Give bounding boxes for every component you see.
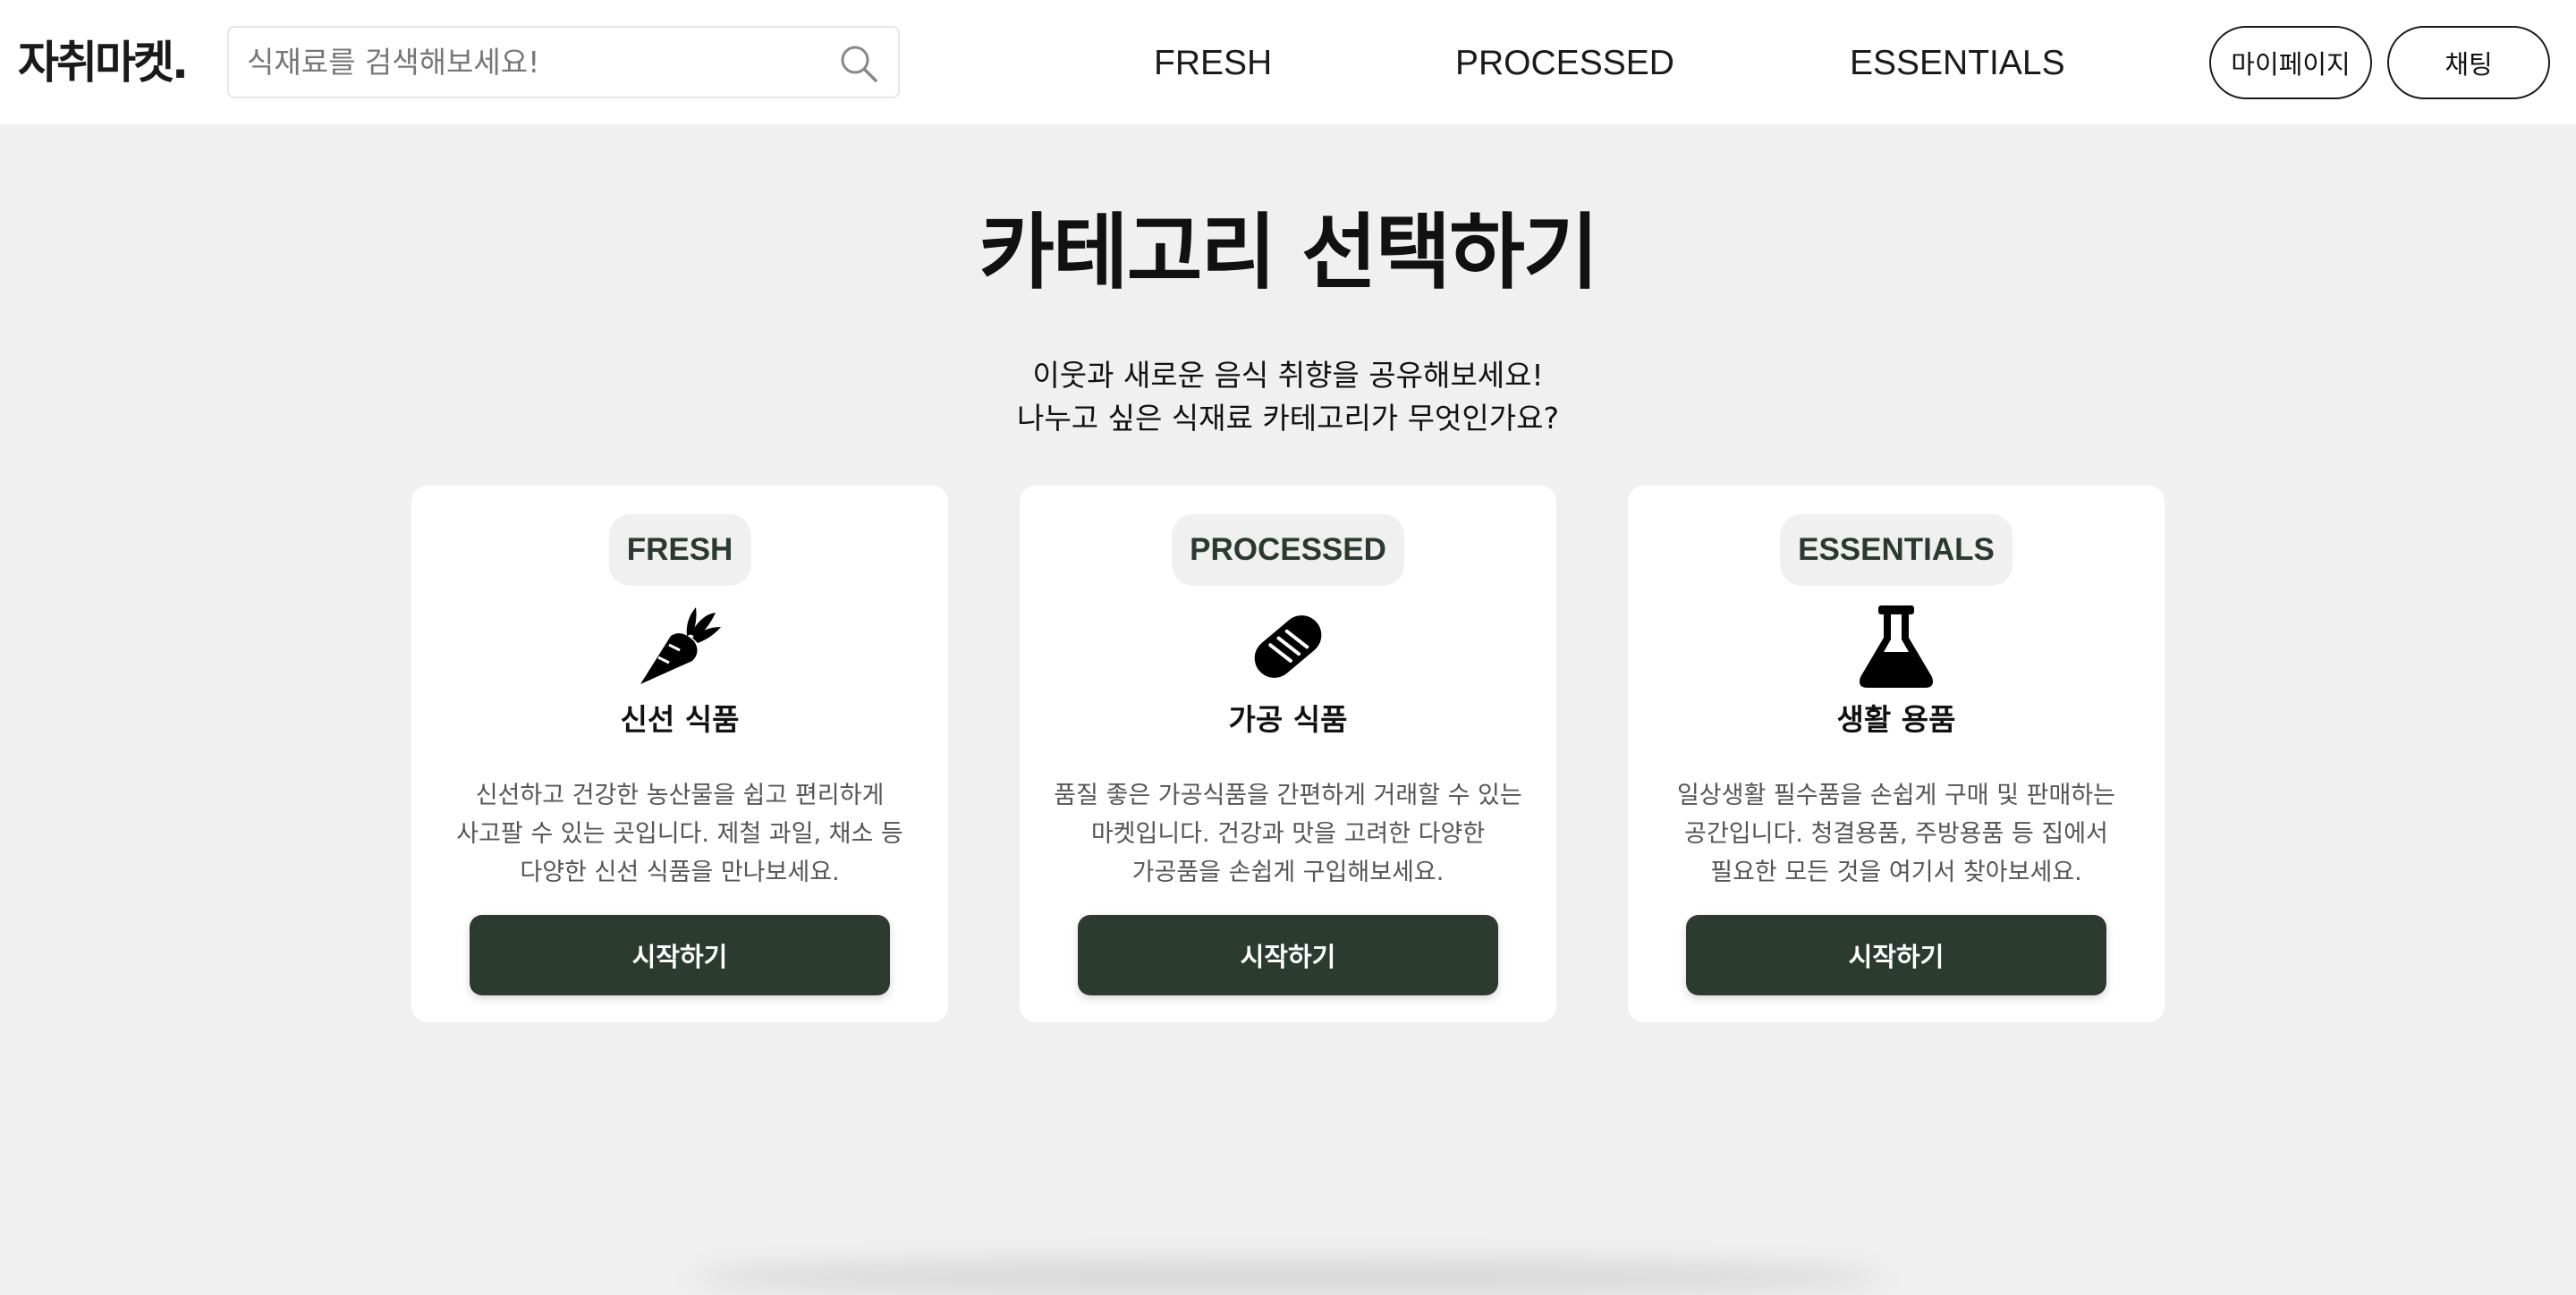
search-box[interactable]: [227, 26, 900, 98]
mypage-button[interactable]: 마이페이지: [2209, 26, 2372, 99]
search-icon[interactable]: [839, 44, 878, 83]
carrot-icon: [640, 607, 721, 684]
category-card-processed: PROCESSED 가공 식품 품질 좋은 가공식품을 간편하게 거래할 수 있…: [1020, 486, 1556, 1022]
category-name: 가공 식품: [1228, 702, 1348, 737]
start-button-fresh[interactable]: 시작하기: [470, 915, 890, 995]
start-button-processed[interactable]: 시작하기: [1078, 915, 1498, 995]
category-name: 생활 용품: [1836, 702, 1956, 737]
subtitle-line-2: 나누고 싶은 식재료 카테고리가 무엇인가요?: [1017, 401, 1559, 436]
category-name: 신선 식품: [620, 702, 740, 737]
page-subtitle: 이웃과 새로운 음식 취향을 공유해보세요! 나누고 싶은 식재료 카테고리가 …: [0, 354, 2576, 440]
nav-essentials[interactable]: ESSENTIALS: [1850, 41, 2065, 86]
category-description: 신선하고 건강한 농산물을 쉽고 편리하게 사고팔 수 있는 곳입니다. 제철 …: [456, 782, 903, 886]
site-logo[interactable]: 자취마켓.: [18, 34, 189, 91]
nav-fresh[interactable]: FRESH: [1154, 41, 1272, 86]
start-button-essentials[interactable]: 시작하기: [1686, 915, 2106, 995]
nav-processed[interactable]: PROCESSED: [1455, 41, 1674, 86]
page-title: 카테고리 선택하기: [979, 205, 1598, 300]
flask-icon: [1860, 605, 1933, 688]
chat-button[interactable]: 채팅: [2387, 26, 2550, 99]
category-card-essentials: ESSENTIALS 생활 용품 일상생활 필수품을 손쉽게 구매 및 판매하는…: [1628, 486, 2165, 1022]
category-description: 일상생활 필수품을 손쉽게 구매 및 판매하는 공간입니다. 청결용품, 주방용…: [1676, 782, 2116, 886]
category-badge: FRESH: [608, 514, 751, 586]
category-badge: PROCESSED: [1172, 514, 1404, 586]
category-description: 품질 좋은 가공식품을 간편하게 거래할 수 있는 마켓입니다. 건강과 맛을 …: [1054, 782, 1522, 886]
top-header: 자취마켓. FRESH PROCESSED ESSENTIALS 마이페이지 채…: [0, 0, 2576, 124]
subtitle-line-1: 이웃과 새로운 음식 취향을 공유해보세요!: [1032, 358, 1544, 393]
category-card-fresh: FRESH 신선 식품 신선하고 건강한 농산물을 쉽고 편리하게 사고팔 수 …: [411, 486, 948, 1022]
bottom-fade-shadow: [689, 1259, 1887, 1295]
category-badge: ESSENTIALS: [1780, 514, 2012, 586]
bread-icon: [1254, 615, 1322, 678]
search-input[interactable]: [247, 28, 801, 97]
